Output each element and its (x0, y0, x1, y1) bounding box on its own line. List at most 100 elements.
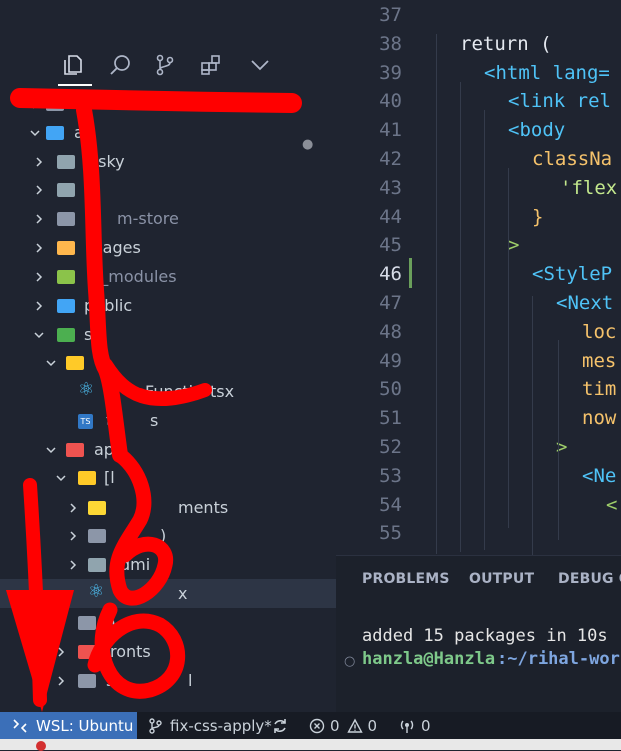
tree-item[interactable]: ronts (0, 637, 336, 666)
source-control-icon[interactable] (150, 50, 180, 80)
chevron-right-icon[interactable] (68, 503, 78, 513)
line-number: 45 (379, 234, 402, 257)
code-editor[interactable]: 37 38 39 40 41 42 43 44 45 46 47 48 49 50 51 52 53 54 55 r… (336, 0, 621, 555)
problems-indicator[interactable]: 0 0 (309, 712, 377, 739)
chevron-right-icon[interactable] (34, 301, 44, 311)
tree-item-label: s (150, 411, 159, 430)
tree-item[interactable]: s (0, 320, 336, 349)
chevron-right-icon[interactable] (34, 214, 44, 224)
chevron-right-icon[interactable] (34, 157, 44, 167)
tree-item-label: s (84, 325, 93, 344)
folder-app-icon (66, 443, 84, 457)
tree-item[interactable]: dmi (0, 550, 336, 579)
code-line: return ( (460, 32, 552, 55)
code-line: <Ne (582, 464, 617, 487)
tree-item-label: dmi (120, 555, 151, 574)
tree-item-label: l (188, 671, 193, 690)
code-line: now (582, 407, 617, 430)
tree-item[interactable]: ssages (0, 233, 336, 262)
line-number: 53 (379, 464, 402, 487)
folder-icon (46, 97, 64, 111)
code-line: <html lang= (484, 61, 610, 84)
code-line: <StyleP (532, 263, 613, 286)
explorer-icon[interactable] (58, 50, 88, 80)
tree-item[interactable]: ) (0, 521, 336, 550)
remote-indicator[interactable]: WSL: Ubuntu (0, 712, 137, 739)
chevron-down-icon[interactable] (46, 358, 56, 368)
tree-item-label: ap (74, 123, 94, 142)
tree-item[interactable]: a (0, 608, 336, 637)
tree-item[interactable]: ⚛ x (0, 579, 336, 608)
chevron-down-icon[interactable] (34, 330, 44, 340)
line-number: 47 (379, 292, 402, 314)
line-number: 37 (379, 4, 402, 26)
tree-item[interactable]: [l (0, 463, 336, 492)
code-line: <body (508, 119, 566, 142)
code-line: mes (582, 349, 617, 372)
sync-button[interactable] (271, 712, 289, 739)
tree-item[interactable]: t (0, 175, 336, 204)
tree-item-label: ap (94, 440, 114, 459)
tab-output[interactable]: OUTPUT (469, 571, 534, 587)
ports-icon (400, 720, 414, 733)
indent-guide (436, 34, 437, 554)
tree-item-label: ronts (110, 642, 151, 661)
folder-components-icon (88, 501, 106, 515)
folder-fonts-icon (78, 645, 96, 659)
window-bottom-edge (0, 739, 621, 751)
branch-indicator[interactable]: fix-css-apply* (148, 712, 272, 739)
tree-item[interactable]: s (0, 406, 336, 435)
tree-item[interactable]: m-store (0, 204, 336, 233)
code-line: > (508, 234, 520, 257)
tree-item-label: tsx (210, 382, 235, 401)
line-number: 52 (379, 436, 402, 458)
chevron-right-icon[interactable] (34, 272, 44, 282)
chevron-down-icon[interactable] (30, 128, 40, 138)
code-line: <Next (556, 292, 614, 314)
activity-bar (50, 46, 300, 86)
explorer-sidebar: tika ap usky t m-store ssages le_modulespublic… (0, 0, 336, 712)
chevron-right-icon[interactable] (68, 531, 78, 541)
indent-guide (532, 296, 533, 555)
indent-guide (484, 110, 485, 550)
chevron-right-icon[interactable] (34, 243, 44, 253)
tree-item[interactable]: public (0, 291, 336, 320)
tree-item-label: [l (104, 468, 115, 487)
extensions-icon[interactable] (196, 50, 226, 80)
ports-indicator[interactable]: 0 (398, 712, 431, 739)
tab-problems[interactable]: PROBLEMS (362, 571, 450, 587)
chevron-down-icon[interactable] (56, 473, 66, 483)
modified-dot: ● (302, 137, 314, 152)
folder-icon (78, 616, 96, 630)
code-line: <link rel (508, 90, 611, 113)
tree-item[interactable]: tika (0, 89, 336, 118)
tree-item[interactable]: ap (0, 118, 336, 147)
chevron-down-icon[interactable] (46, 445, 56, 455)
chevron-down-icon[interactable] (245, 50, 275, 80)
search-icon[interactable] (105, 50, 135, 80)
tab-debug-console[interactable]: DEBUG CO (558, 571, 621, 587)
chevron-right-icon[interactable] (68, 560, 78, 570)
tree-item[interactable] (0, 348, 336, 377)
indent-guide (460, 82, 461, 552)
line-number: 46 (379, 263, 402, 286)
tree-item[interactable]: tsx (0, 377, 336, 406)
tree-item[interactable]: ments (0, 493, 336, 522)
chevron-right-icon[interactable] (56, 647, 66, 657)
chevron-right-icon[interactable] (56, 618, 66, 628)
tree-item[interactable]: ap (0, 435, 336, 464)
bottom-panel: PROBLEMS OUTPUT DEBUG CO added 15 packag… (336, 555, 621, 713)
tree-item[interactable]: usky (0, 147, 336, 176)
tree-item-label: ) (160, 526, 167, 545)
tree-item-label: public (84, 296, 133, 315)
chevron-right-icon[interactable] (34, 185, 44, 195)
line-number: 40 (379, 90, 402, 113)
indent-guide (508, 168, 509, 528)
line-number: 55 (379, 522, 402, 545)
chevron-right-icon[interactable] (30, 99, 40, 109)
warning-count: 0 (367, 716, 378, 735)
tree-item[interactable]: le_modules (0, 262, 336, 291)
folder-web-icon (57, 299, 75, 313)
tree-item[interactable]: l (0, 666, 336, 695)
indent-guide (558, 340, 559, 540)
